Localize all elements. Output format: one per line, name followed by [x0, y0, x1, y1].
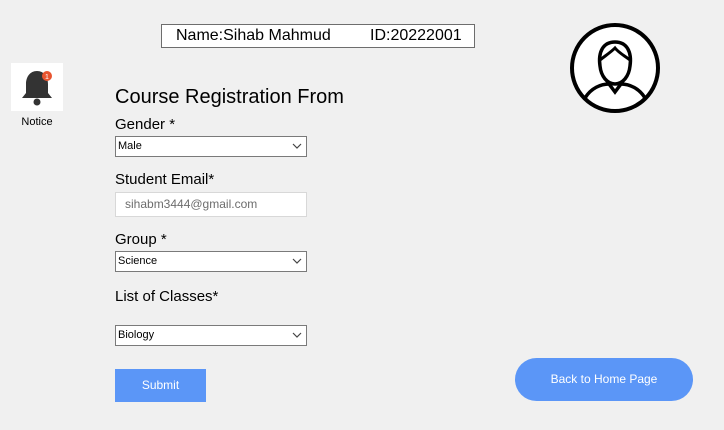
chevron-down-icon — [292, 143, 302, 149]
student-name: Name:Sihab Mahmud — [176, 27, 331, 44]
email-field[interactable]: sihabm3444@gmail.com — [115, 192, 307, 217]
user-avatar-icon — [569, 22, 661, 114]
form-title: Course Registration From — [115, 86, 344, 108]
notification-badge-count: 1 — [45, 74, 49, 81]
gender-select-value: Male — [118, 140, 142, 152]
back-to-home-button[interactable]: Back to Home Page — [515, 358, 693, 401]
group-select-value: Science — [118, 255, 158, 267]
classes-label: List of Classes* — [115, 288, 219, 305]
student-info-box: Name:Sihab Mahmud ID:20222001 — [161, 24, 475, 48]
group-select[interactable]: Science — [115, 251, 307, 272]
classes-select[interactable]: Biology — [115, 325, 307, 346]
gender-select[interactable]: Male — [115, 136, 307, 157]
notice-label: Notice — [21, 116, 53, 128]
classes-select-value: Biology — [118, 329, 155, 341]
submit-button[interactable]: Submit — [115, 369, 206, 402]
group-label: Group * — [115, 231, 167, 248]
chevron-down-icon — [292, 258, 302, 264]
bell-icon: 1 — [22, 71, 52, 106]
gender-label: Gender * — [115, 116, 176, 133]
student-id: ID:20222001 — [370, 27, 462, 44]
email-label: Student Email* — [115, 171, 215, 188]
notice-button[interactable]: 1 — [11, 63, 63, 111]
chevron-down-icon — [292, 332, 302, 338]
